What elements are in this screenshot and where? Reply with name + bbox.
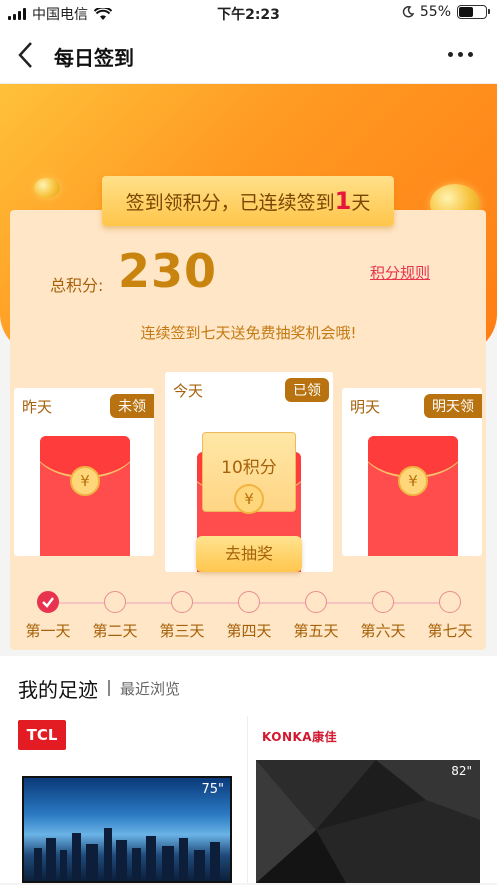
yuan-icon: ¥ [234, 484, 264, 514]
day-name: 第二天 [92, 622, 138, 640]
status-badge: 明天领 [424, 394, 482, 418]
yuan-icon: ¥ [70, 466, 100, 496]
battery-icon [457, 5, 490, 19]
more-icon[interactable] [448, 52, 473, 57]
red-envelope: ¥ [368, 436, 458, 556]
status-badge: 未领 [110, 394, 154, 418]
konka-logo: KONKA康佳 [262, 730, 338, 744]
moon-icon [402, 6, 414, 18]
product-image-tcl[interactable]: 75" [22, 776, 232, 883]
day-dot [238, 591, 260, 613]
total-points-label: 总积分: [50, 276, 104, 295]
day-name: 第四天 [226, 622, 272, 640]
size-label: 82" [451, 764, 472, 778]
streak-days: 1 [334, 187, 352, 215]
day-label: 昨天 [22, 398, 53, 416]
coin-icon [34, 178, 60, 198]
status-badge: 已领 [285, 378, 329, 402]
red-envelope: ¥ [40, 436, 130, 556]
yuan-icon: ¥ [398, 466, 428, 496]
back-icon[interactable] [14, 40, 38, 70]
check-icon [42, 597, 54, 608]
abstract-pattern [256, 760, 480, 883]
nav-bar: 每日签到 [0, 26, 497, 84]
day-dot [305, 591, 327, 613]
day-name: 第六天 [360, 622, 406, 640]
status-bar: 中国电信 下午2:23 55% [0, 0, 497, 26]
divider [108, 680, 110, 696]
reward-text: 10积分 [221, 458, 277, 478]
day-dot [439, 591, 461, 613]
city-skyline [34, 828, 220, 881]
checkin-banner: 签到领积分，已连续签到1天 [102, 176, 394, 226]
day-dot [37, 591, 59, 613]
product-image-konka[interactable]: 82" [256, 760, 480, 883]
day-label: 明天 [350, 398, 381, 416]
section-subtitle: 最近浏览 [120, 680, 181, 698]
size-label: 75" [201, 782, 224, 797]
lottery-button[interactable]: 去抽奖 [196, 536, 302, 572]
day-name: 第五天 [293, 622, 339, 640]
section-title: 我的足迹 [18, 678, 98, 702]
day-label: 今天 [173, 382, 204, 400]
tomorrow-card[interactable]: 明天 明天领 ¥ [342, 388, 482, 556]
day-name: 第一天 [25, 622, 71, 640]
product-divider [247, 716, 248, 883]
seven-day-hint: 连续签到七天送免费抽奖机会哦! [140, 324, 357, 342]
page-title: 每日签到 [54, 46, 134, 70]
battery-percent: 55% [419, 4, 451, 20]
yesterday-card[interactable]: 昨天 未领 ¥ [14, 388, 154, 556]
tcl-logo: TCL [18, 720, 66, 750]
day-name: 第七天 [427, 622, 473, 640]
day-dot [104, 591, 126, 613]
points-rules-link[interactable]: 积分规则 [370, 262, 430, 283]
total-points-value: 230 [118, 244, 218, 298]
day-dot [372, 591, 394, 613]
day-name: 第三天 [159, 622, 205, 640]
day-dot [171, 591, 193, 613]
